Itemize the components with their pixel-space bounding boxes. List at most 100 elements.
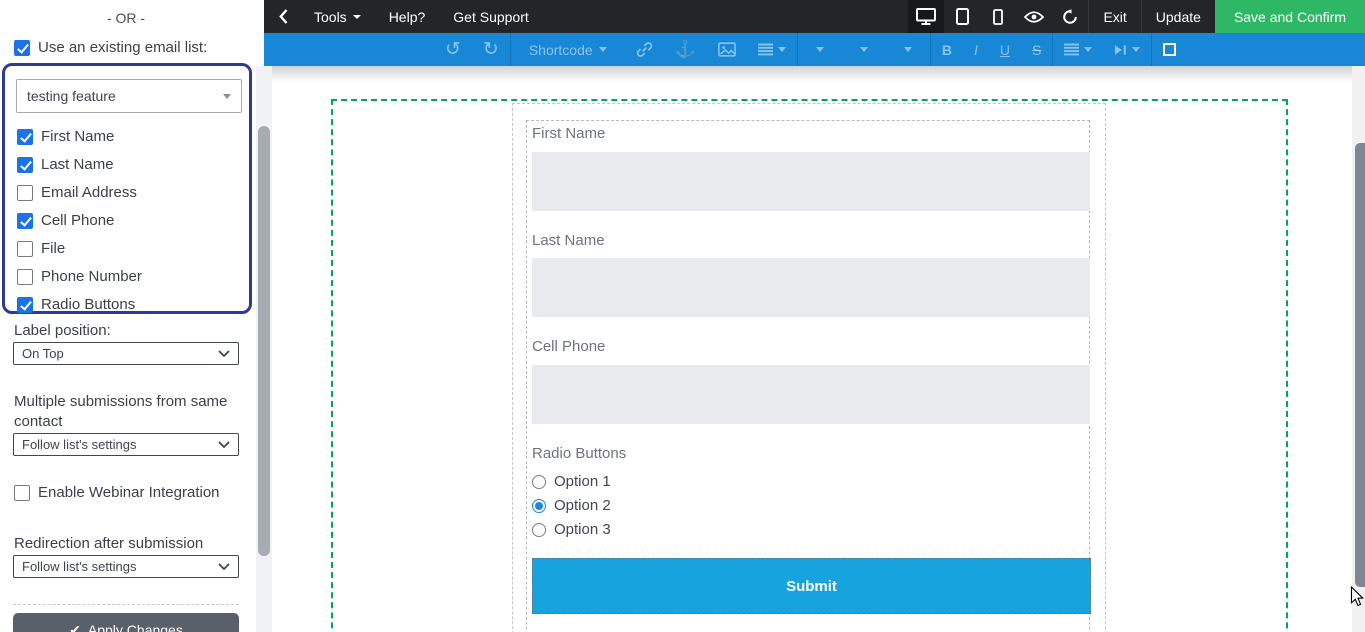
field-checkbox-file[interactable]: File: [17, 240, 65, 257]
anchor-button[interactable]: ⚓: [664, 33, 707, 66]
page-scrollbar-thumb[interactable]: [1355, 143, 1365, 587]
mobile-icon: [993, 8, 1004, 25]
webinar-integration-row[interactable]: Enable Webinar Integration: [14, 484, 220, 501]
form-field-label: Cell Phone: [532, 338, 606, 355]
caret-down-icon: [223, 93, 231, 99]
desktop-preview-button[interactable]: [908, 0, 945, 33]
redo-icon: ↻: [482, 39, 499, 60]
first-name-input[interactable]: [532, 152, 1090, 211]
cell-phone-input[interactable]: [532, 365, 1090, 424]
radio-icon[interactable]: [532, 522, 546, 537]
help-label: Help?: [388, 8, 426, 25]
redo-button[interactable]: ↻: [472, 33, 510, 66]
radio-option-label: Option 2: [554, 497, 611, 514]
chevron-down-icon: [218, 441, 230, 448]
form-field-label: First Name: [532, 125, 606, 142]
back-button[interactable]: [264, 0, 300, 33]
text-direction-dropdown[interactable]: [1103, 33, 1151, 66]
sidebar-scrollbar-thumb[interactable]: [258, 126, 270, 556]
align-dropdown[interactable]: [1053, 33, 1103, 66]
field-checkbox-first-name[interactable]: First Name: [17, 128, 114, 145]
text-editor-toolbar: ↺ ↻ Shortcode ⚓ B I U S: [264, 33, 1365, 66]
checkbox-icon[interactable]: [14, 39, 30, 56]
multiple-submissions-select[interactable]: Follow list's settings: [13, 433, 239, 456]
field-label: Email Address: [41, 184, 137, 201]
checkbox-icon[interactable]: [17, 212, 33, 229]
use-existing-list-label: Use an existing email list:: [38, 39, 208, 56]
font-size-dropdown[interactable]: [886, 33, 930, 66]
history-icon: [1062, 8, 1078, 25]
form-field-label: Radio Buttons: [532, 445, 627, 462]
subscription-form-block[interactable]: First Name Last Name Cell Phone Radio Bu…: [526, 120, 1091, 632]
last-name-input[interactable]: [532, 258, 1090, 317]
field-checkbox-cell-phone[interactable]: Cell Phone: [17, 212, 114, 229]
undo-button[interactable]: ↺: [434, 33, 472, 66]
checkbox-icon[interactable]: [14, 484, 30, 501]
save-and-confirm-button[interactable]: Save and Confirm: [1214, 0, 1365, 33]
toolbar-right-group: Exit Update Save and Confirm: [908, 0, 1365, 33]
label-position-label: Label position:: [14, 322, 111, 339]
form-editor-app: - OR - Use an existing email list: testi…: [0, 0, 1365, 632]
field-label: Last Name: [41, 156, 114, 173]
redirection-select[interactable]: Follow list's settings: [13, 555, 239, 578]
exit-button[interactable]: Exit: [1089, 0, 1140, 33]
insert-image-button[interactable]: [707, 33, 747, 66]
format-dropdown[interactable]: [798, 33, 842, 66]
tablet-icon: [955, 8, 969, 25]
update-button[interactable]: Update: [1142, 0, 1215, 33]
insert-link-button[interactable]: [625, 33, 664, 66]
radio-option-2[interactable]: Option 2: [532, 497, 611, 514]
page-scrollbar[interactable]: [1352, 66, 1365, 632]
get-support-menu[interactable]: Get Support: [439, 0, 543, 33]
submit-button[interactable]: Submit: [532, 558, 1091, 614]
redirection-value: Follow list's settings: [22, 559, 137, 574]
underline-label: U: [999, 41, 1010, 58]
label-position-value: On Top: [22, 346, 64, 361]
italic-button[interactable]: I: [963, 33, 989, 66]
radio-option-1[interactable]: Option 1: [532, 473, 611, 490]
label-position-select[interactable]: On Top: [13, 342, 239, 365]
checkbox-icon[interactable]: [17, 296, 33, 313]
tools-menu[interactable]: Tools: [300, 0, 375, 33]
checkbox-icon[interactable]: [17, 240, 33, 257]
apply-changes-button[interactable]: ✔ Apply Changes: [13, 613, 239, 632]
email-list-select[interactable]: testing feature: [16, 79, 242, 113]
fullscreen-button[interactable]: [1152, 33, 1187, 66]
apply-changes-label: Apply Changes: [87, 622, 183, 632]
preview-button[interactable]: [1016, 0, 1052, 33]
underline-button[interactable]: U: [989, 33, 1021, 66]
field-checkbox-phone-number[interactable]: Phone Number: [17, 268, 142, 285]
undo-icon: ↺: [445, 39, 461, 60]
text-direction-icon: [1114, 44, 1127, 56]
radio-icon[interactable]: [532, 498, 546, 513]
field-checkbox-radio-buttons[interactable]: Radio Buttons: [17, 296, 135, 313]
redirection-label: Redirection after submission: [14, 535, 204, 552]
checkbox-icon[interactable]: [17, 268, 33, 285]
list-dropdown[interactable]: [747, 33, 797, 66]
toolbar-shadow: [264, 66, 1365, 82]
tablet-preview-button[interactable]: [944, 0, 980, 33]
checkbox-icon[interactable]: [17, 184, 33, 201]
sidebar-scrollbar[interactable]: [256, 66, 272, 632]
shortcode-dropdown[interactable]: Shortcode: [511, 33, 625, 66]
radio-icon[interactable]: [532, 474, 546, 489]
field-checkbox-email-address[interactable]: Email Address: [17, 184, 137, 201]
image-icon: [717, 42, 736, 57]
strikethrough-button[interactable]: S: [1021, 33, 1052, 66]
field-label: File: [41, 240, 66, 257]
mobile-preview-button[interactable]: [980, 0, 1016, 33]
chevron-down-icon: [218, 350, 230, 357]
help-menu[interactable]: Help?: [375, 0, 440, 33]
caret-down-icon: [1084, 47, 1093, 52]
bold-label: B: [941, 41, 952, 58]
link-icon: [636, 41, 653, 58]
revision-history-button[interactable]: [1052, 0, 1088, 33]
use-existing-list-row[interactable]: Use an existing email list:: [14, 39, 207, 56]
caret-down-icon: [815, 47, 824, 52]
font-family-dropdown[interactable]: [842, 33, 886, 66]
bold-button[interactable]: B: [931, 33, 963, 66]
field-checkbox-last-name[interactable]: Last Name: [17, 156, 114, 173]
checkbox-icon[interactable]: [17, 156, 33, 173]
radio-option-3[interactable]: Option 3: [532, 521, 611, 538]
checkbox-icon[interactable]: [17, 128, 33, 145]
